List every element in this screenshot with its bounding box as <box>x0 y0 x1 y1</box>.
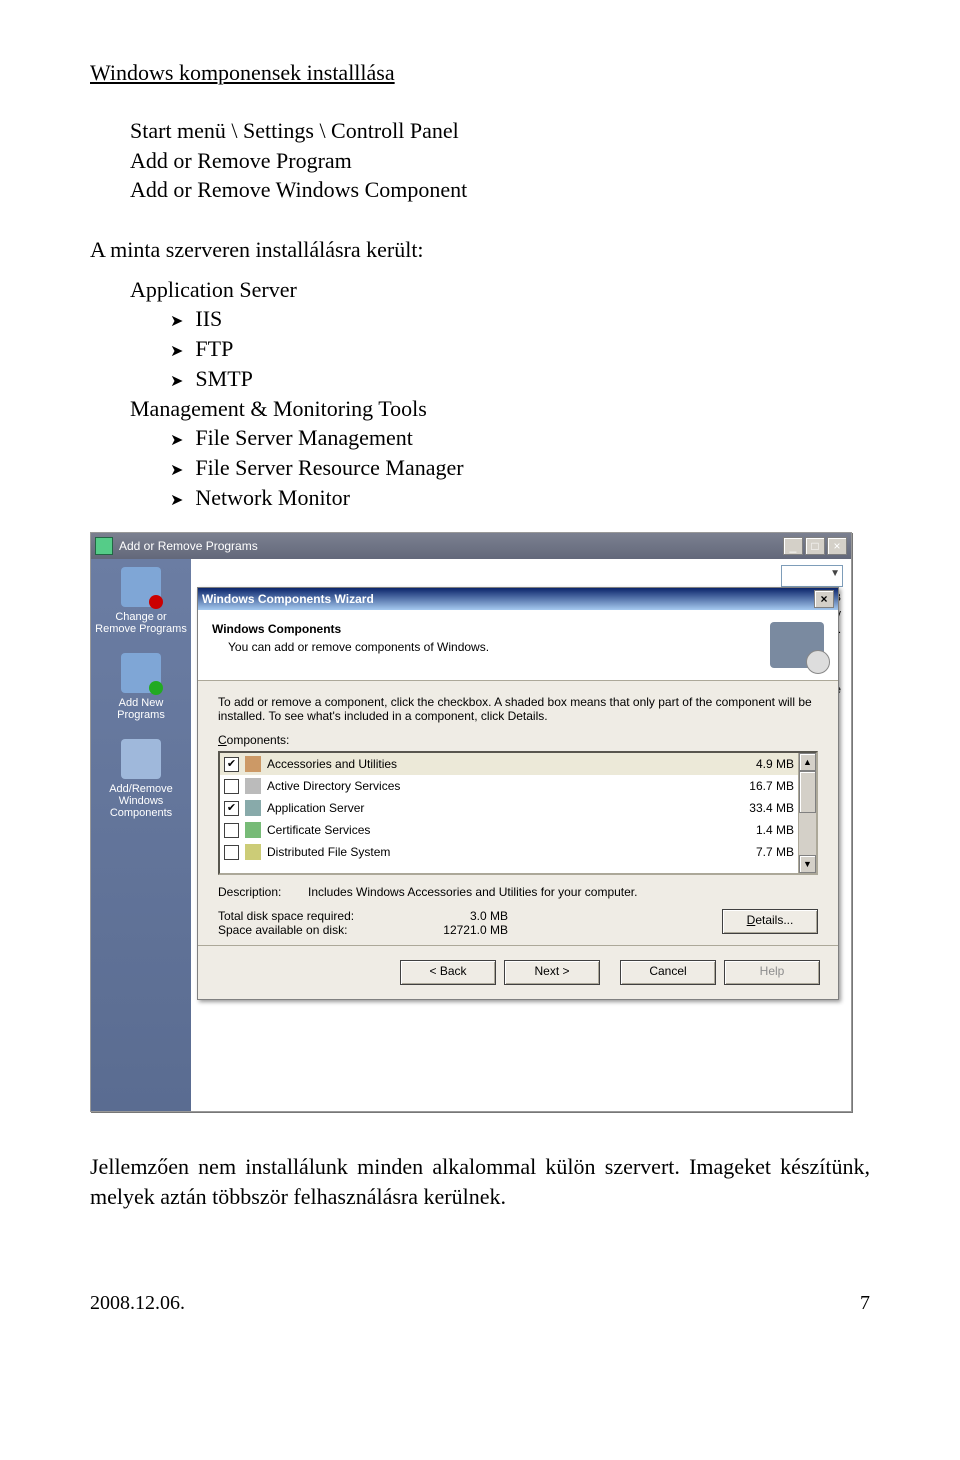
windows-components-icon <box>121 739 161 779</box>
component-icon <box>245 800 261 816</box>
space-available-value: 12721.0 MB <box>408 923 508 937</box>
wizard-footer: < Back Next > Cancel Help <box>198 945 838 999</box>
sidebar-win-label: Add/Remove Windows Components <box>95 783 187 819</box>
checkbox[interactable] <box>224 757 239 772</box>
component-name: Certificate Services <box>267 823 370 837</box>
component-name: Accessories and Utilities <box>267 757 397 771</box>
component-row[interactable]: Certificate Services 1.4 MB <box>220 819 798 841</box>
path-line-3: Add or Remove Windows Component <box>130 175 870 205</box>
box-add-icon <box>121 653 161 693</box>
scroll-down-button[interactable]: ▼ <box>799 855 816 873</box>
component-row[interactable]: Accessories and Utilities 4.9 MB <box>220 753 798 775</box>
menu-path-block: Start menü \ Settings \ Controll Panel A… <box>130 116 870 205</box>
wizard-close-button[interactable]: × <box>814 590 834 608</box>
footer-date: 2008.12.06. <box>90 1292 185 1315</box>
space-available-label: Space available on disk: <box>218 923 408 937</box>
component-name: Application Server <box>267 801 364 815</box>
checkbox[interactable] <box>224 823 239 838</box>
arp-titlebar: Add or Remove Programs _ □ × <box>91 533 851 559</box>
checkbox[interactable] <box>224 845 239 860</box>
scroll-up-button[interactable]: ▲ <box>799 753 816 771</box>
windows-components-wizard: Windows Components Wizard × Windows Comp… <box>197 587 839 1000</box>
arp-title-icon <box>95 537 113 555</box>
page-footer: 2008.12.06. 7 <box>90 1292 870 1315</box>
components-label: CComponents:omponents: <box>218 733 818 747</box>
component-size: 33.4 MB <box>749 801 794 815</box>
screenshot-add-remove-programs: Add or Remove Programs _ □ × Change or R… <box>90 532 852 1112</box>
help-button[interactable]: Help <box>724 960 820 985</box>
path-line-2: Add or Remove Program <box>130 146 870 176</box>
component-icon <box>245 844 261 860</box>
wizard-body: To add or remove a component, click the … <box>198 681 838 945</box>
item-mgmt-tools: Management & Monitoring Tools <box>130 396 427 421</box>
component-size: 4.9 MB <box>756 757 794 771</box>
sidebar-add-new[interactable]: Add New Programs <box>95 653 187 721</box>
maximize-button[interactable]: □ <box>805 537 825 555</box>
wizard-instructions: To add or remove a component, click the … <box>218 695 818 723</box>
component-size: 16.7 MB <box>749 779 794 793</box>
minimize-button[interactable]: _ <box>783 537 803 555</box>
component-size: 7.7 MB <box>756 845 794 859</box>
item-fsm: File Server Management <box>170 423 870 453</box>
arp-content: 26MB arely , 14. nove Windows Components… <box>191 559 851 1111</box>
sidebar-change-remove[interactable]: Change or Remove Programs <box>95 567 187 635</box>
scroll-thumb[interactable] <box>799 771 816 813</box>
component-row[interactable]: Application Server 33.4 MB <box>220 797 798 819</box>
close-button[interactable]: × <box>827 537 847 555</box>
install-list: Application Server IIS FTP SMTP Manageme… <box>130 275 870 513</box>
space-required-label: Total disk space required: <box>218 909 408 923</box>
intro-line: A minta szerveren installálásra került: <box>90 235 870 265</box>
sort-by-dropdown[interactable] <box>781 565 843 587</box>
item-fsrm: File Server Resource Manager <box>170 453 870 483</box>
checkbox[interactable] <box>224 801 239 816</box>
wizard-header-icon <box>770 622 824 668</box>
component-icon <box>245 778 261 794</box>
wizard-heading: Windows Components <box>212 622 489 636</box>
listbox-scrollbar[interactable]: ▲ ▼ <box>798 753 816 873</box>
wizard-title-text: Windows Components Wizard <box>202 592 374 606</box>
component-icon <box>245 756 261 772</box>
component-icon <box>245 822 261 838</box>
component-row[interactable]: Distributed File System 7.7 MB <box>220 841 798 863</box>
footer-page-number: 7 <box>860 1292 870 1315</box>
wizard-titlebar: Windows Components Wizard × <box>198 588 838 610</box>
path-line-1: Start menü \ Settings \ Controll Panel <box>130 116 870 146</box>
item-app-server: Application Server <box>130 277 297 302</box>
component-name: Active Directory Services <box>267 779 400 793</box>
arp-sidebar: Change or Remove Programs Add New Progra… <box>91 559 191 1111</box>
closing-paragraph: Jellemzően nem installálunk minden alkal… <box>90 1152 870 1211</box>
item-iis: IIS <box>170 304 870 334</box>
sidebar-change-label: Change or Remove Programs <box>95 611 187 635</box>
box-remove-icon <box>121 567 161 607</box>
cancel-button[interactable]: Cancel <box>620 960 716 985</box>
checkbox[interactable] <box>224 779 239 794</box>
item-smtp: SMTP <box>170 364 870 394</box>
wizard-header: Windows Components You can add or remove… <box>198 610 838 681</box>
next-button[interactable]: Next > <box>504 960 600 985</box>
page-title: Windows komponensek installlása <box>90 60 870 86</box>
item-netmon: Network Monitor <box>170 483 870 513</box>
component-row[interactable]: Active Directory Services 16.7 MB <box>220 775 798 797</box>
space-required-value: 3.0 MB <box>408 909 508 923</box>
description-value: Includes Windows Accessories and Utiliti… <box>308 885 637 899</box>
components-listbox[interactable]: Accessories and Utilities 4.9 MB Active … <box>218 751 818 875</box>
sidebar-windows-components[interactable]: Add/Remove Windows Components <box>95 739 187 819</box>
details-button[interactable]: DDetails...etails... <box>722 909 818 934</box>
sidebar-add-label: Add New Programs <box>95 697 187 721</box>
description-label: Description: <box>218 885 308 899</box>
back-button[interactable]: < Back <box>400 960 496 985</box>
component-name: Distributed File System <box>267 845 390 859</box>
component-size: 1.4 MB <box>756 823 794 837</box>
arp-title-text: Add or Remove Programs <box>119 539 258 553</box>
wizard-subheading: You can add or remove components of Wind… <box>228 640 489 654</box>
item-ftp: FTP <box>170 334 870 364</box>
